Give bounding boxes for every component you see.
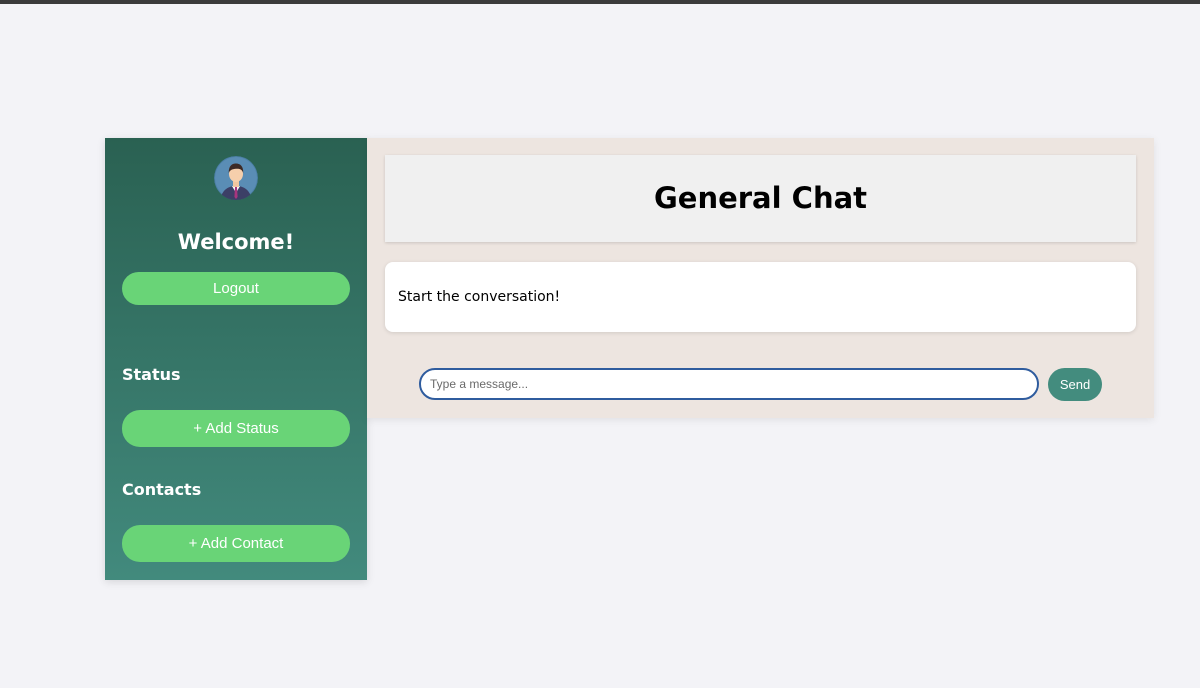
- add-contact-button[interactable]: + Add Contact: [122, 525, 350, 562]
- empty-chat-message: Start the conversation!: [398, 289, 561, 305]
- sidebar: Welcome! Logout Status + Add Status Cont…: [105, 138, 367, 580]
- add-status-button[interactable]: + Add Status: [122, 410, 350, 447]
- message-list: Start the conversation!: [385, 262, 1136, 332]
- chat-app: Welcome! Logout Status + Add Status Cont…: [105, 138, 1154, 580]
- send-button[interactable]: Send: [1048, 368, 1102, 401]
- status-heading: Status: [122, 365, 181, 384]
- welcome-heading: Welcome!: [177, 230, 295, 254]
- message-input[interactable]: [419, 368, 1039, 400]
- contacts-heading: Contacts: [122, 480, 202, 499]
- user-avatar-icon: [214, 156, 258, 200]
- chat-title: General Chat: [653, 181, 868, 215]
- chat-panel: General Chat Start the conversation! Sen…: [367, 138, 1154, 418]
- window-top-border: [0, 0, 1200, 4]
- logout-button[interactable]: Logout: [122, 272, 350, 305]
- chat-header: General Chat: [385, 155, 1136, 242]
